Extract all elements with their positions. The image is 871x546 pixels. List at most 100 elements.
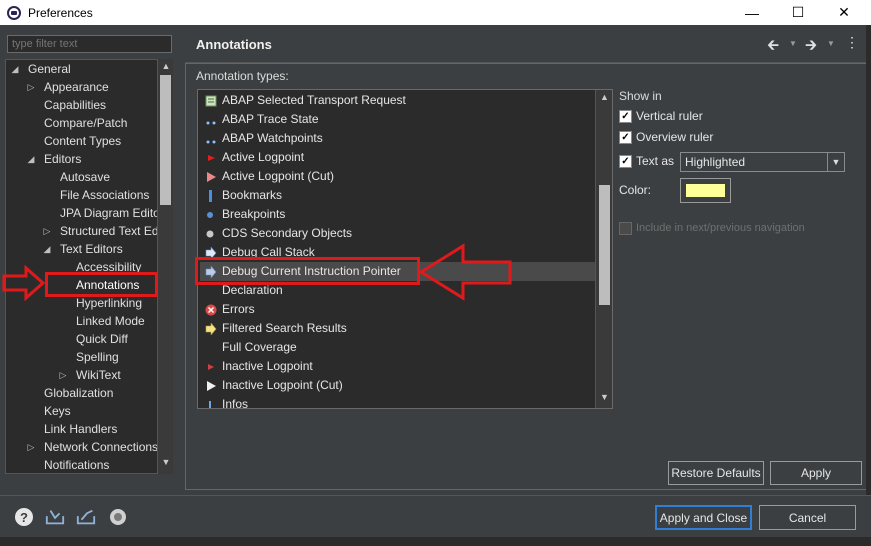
checkbox-checked-icon[interactable]: ✓ [619,109,632,123]
expanded-triangle-icon[interactable]: ◢ [42,240,52,258]
annotation-type-label: CDS Secondary Objects [222,226,353,240]
chevron-down-icon[interactable]: ▼ [827,153,844,171]
annotation-type-label: Filtered Search Results [222,321,347,335]
annotation-type-item[interactable]: CDS Secondary Objects [200,224,596,243]
red-small-triangle-icon [205,361,217,373]
view-menu-icon[interactable]: ⋮ [845,34,859,51]
apply-button[interactable]: Apply [770,461,862,485]
annotation-type-item[interactable]: ABAP Trace State [200,110,596,129]
tree-item[interactable]: Link Handlers [6,420,172,438]
forward-arrow-icon[interactable]: 🡲 [805,35,817,60]
window-title: Preferences [28,5,93,20]
minimize-button[interactable]: — [729,0,775,25]
back-dropdown-icon[interactable]: ▼ [789,39,797,48]
tree-item-label: Quick Diff [76,332,128,346]
collapsed-triangle-icon[interactable]: ▷ [26,78,36,96]
checkbox-checked-icon[interactable]: ✓ [619,154,632,168]
vertical-ruler-checkbox[interactable]: ✓ Vertical ruler [619,107,703,125]
scrollbar-thumb[interactable] [160,75,171,205]
annotation-type-label: Active Logpoint (Cut) [222,169,335,183]
include-navigation-label: Include in next/previous navigation [636,222,805,234]
checkbox-unchecked-icon [619,221,632,235]
tree-item[interactable]: ▷ Network Connections [6,438,172,456]
annotation-type-item[interactable]: Filtered Search Results [200,319,596,338]
annotation-type-label: Full Coverage [222,340,297,354]
overview-ruler-checkbox[interactable]: ✓ Overview ruler [619,128,713,146]
annotation-type-item[interactable]: Bookmarks [200,186,596,205]
tree-item[interactable]: Capabilities [6,96,172,114]
cancel-button[interactable]: Cancel [759,505,856,530]
annotation-type-item[interactable]: ABAP Selected Transport Request [200,91,596,110]
annotation-type-item[interactable]: Active Logpoint [200,148,596,167]
tree-item[interactable]: ◢ Editors [6,150,172,168]
gray-dot-icon [205,228,217,240]
annotation-type-item[interactable]: Inactive Logpoint [200,357,596,376]
tree-item[interactable]: Content Types [6,132,172,150]
tree-item[interactable]: Globalization [6,384,172,402]
collapsed-triangle-icon[interactable]: ▷ [26,438,36,456]
restore-defaults-button[interactable]: Restore Defaults [668,461,764,485]
oomph-icon[interactable] [108,507,128,527]
tree-item[interactable]: Spelling [6,348,172,366]
color-swatch [686,184,725,197]
expanded-triangle-icon[interactable]: ◢ [10,60,20,78]
annotation-list-scrollbar[interactable]: ▲ ▼ [595,90,612,408]
tree-scrollbar[interactable]: ▲ ▼ [157,59,173,474]
highlight-box-instruction-pointer [195,257,420,285]
tree-item-label: Spelling [76,350,119,364]
annotation-type-item[interactable]: ABAP Watchpoints [200,129,596,148]
tree-item[interactable]: Autosave [6,168,172,186]
apply-and-close-button[interactable]: Apply and Close [655,505,752,530]
annotation-type-label: ABAP Selected Transport Request [222,93,406,107]
tree-item[interactable]: ▷ Structured Text Ed [6,222,172,240]
annotation-type-label: Infos [222,397,249,409]
tree-item[interactable]: Quick Diff [6,330,172,348]
tree-item-label: Content Types [44,134,122,148]
scroll-up-icon[interactable]: ▲ [596,92,613,102]
tree-item[interactable]: ◢ Text Editors [6,240,172,258]
pink-triangle-icon [205,171,217,183]
text-as-checkbox[interactable]: ✓ Text as [619,152,674,170]
tree-item[interactable]: Notifications [6,456,172,473]
annotation-type-item[interactable]: Infos [200,395,596,409]
collapsed-triangle-icon[interactable]: ▷ [42,222,52,240]
page-header: Annotations 🡰 ▼ 🡲 ▼ ⋮ [185,25,871,63]
tree-item-label: General [28,62,71,76]
maximize-button[interactable]: ☐ [775,0,821,25]
svg-text:?: ? [20,510,28,525]
tree-item[interactable]: Compare/Patch [6,114,172,132]
tree-item[interactable]: ◢ General [6,60,172,78]
tree-item[interactable]: Keys [6,402,172,420]
tree-item[interactable]: ▷ Appearance [6,78,172,96]
filter-input[interactable] [7,35,172,53]
annotation-type-item[interactable]: Active Logpoint (Cut) [200,167,596,186]
tree-item[interactable]: JPA Diagram Edito [6,204,172,222]
tree-item[interactable]: File Associations [6,186,172,204]
collapsed-triangle-icon[interactable]: ▷ [58,366,68,384]
scrollbar-thumb[interactable] [599,185,610,305]
forward-dropdown-icon[interactable]: ▼ [827,39,835,48]
checkbox-checked-icon[interactable]: ✓ [619,130,632,144]
help-icon[interactable]: ? [14,507,34,527]
overview-ruler-label: Overview ruler [636,130,714,144]
title-bar: Preferences — ☐ ✕ [0,0,871,25]
annotation-types-list[interactable]: ABAP Selected Transport Request ABAP Trac… [197,89,613,409]
scroll-up-icon[interactable]: ▲ [158,61,174,71]
tree-item[interactable]: ▷ WikiText [6,366,172,384]
import-preferences-icon[interactable] [45,507,65,527]
text-style-select[interactable]: Highlighted ▼ [680,152,845,172]
export-preferences-icon[interactable] [76,507,96,527]
scroll-down-icon[interactable]: ▼ [596,392,613,402]
annotation-type-item[interactable]: Inactive Logpoint (Cut) [200,376,596,395]
annotation-type-item[interactable]: Full Coverage [200,338,596,357]
back-arrow-icon[interactable]: 🡰 [767,35,779,60]
scroll-down-icon[interactable]: ▼ [158,457,174,467]
annotation-type-label: Inactive Logpoint (Cut) [222,378,343,392]
tree-item[interactable]: Linked Mode [6,312,172,330]
color-picker-button[interactable] [680,178,731,203]
annotation-type-item[interactable]: Breakpoints [200,205,596,224]
annotation-type-label: Active Logpoint [222,150,305,164]
close-button[interactable]: ✕ [821,0,867,25]
expanded-triangle-icon[interactable]: ◢ [26,150,36,168]
annotation-type-item[interactable]: Errors [200,300,596,319]
